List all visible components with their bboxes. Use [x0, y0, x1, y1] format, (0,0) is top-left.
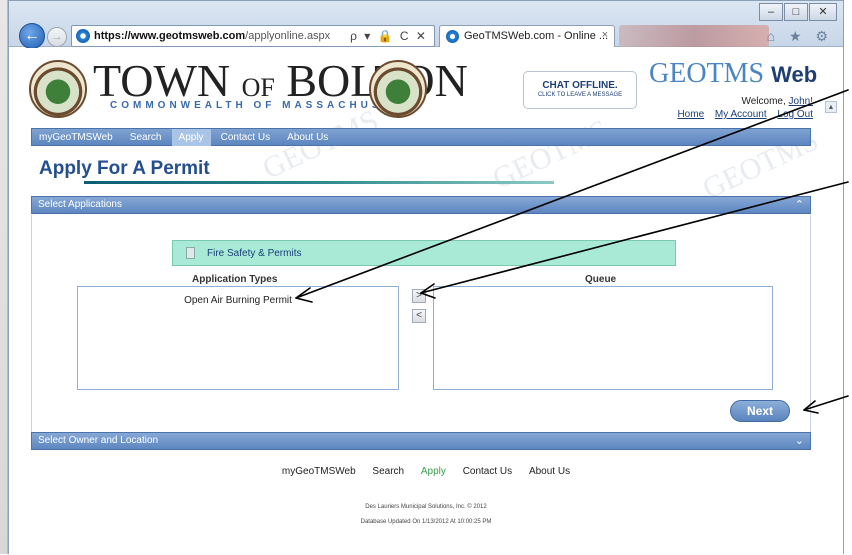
chat-status: CHAT OFFLINE.	[542, 80, 618, 91]
geotms-web-logo: GEOTMS Web	[649, 58, 818, 89]
address-tools-icons[interactable]: ρ ▾ 🔒 C ✕	[350, 29, 428, 43]
back-button[interactable]: ←	[19, 23, 45, 49]
nav-item-apply[interactable]: Apply	[171, 129, 211, 146]
footer-link-search[interactable]: Search	[372, 466, 404, 477]
town-seal-left	[29, 60, 87, 118]
address-bar[interactable]: https://www.geotmsweb.com/applyonline.as…	[71, 25, 435, 47]
select-applications-panel: Fire Safety & Permits Application Types …	[31, 215, 811, 432]
list-item-open-air-burning-permit[interactable]: Open Air Burning Permit	[78, 295, 398, 306]
tab-favicon-icon	[446, 30, 459, 43]
home-link[interactable]: Home	[677, 109, 704, 120]
footer-nav: myGeoTMSWeb Search Apply Contact Us Abou…	[9, 466, 843, 477]
footer-link-apply[interactable]: Apply	[421, 466, 446, 477]
town-seal-right	[369, 60, 427, 118]
select-owner-location-header[interactable]: Select Owner and Location ⌄	[31, 432, 811, 450]
tab-title: GeoTMSWeb.com - Online ...	[464, 30, 609, 42]
section-label: Select Applications	[38, 199, 122, 210]
forward-button[interactable]: →	[47, 27, 67, 47]
copyright-text: Des Lauriers Municipal Solutions, Inc. ©…	[365, 504, 487, 510]
next-button[interactable]: Next	[730, 400, 790, 422]
nav-item-about-us[interactable]: About Us	[280, 129, 335, 146]
chevron-down-icon[interactable]: ⌄	[795, 434, 804, 447]
section-label: Select Owner and Location	[38, 435, 159, 446]
welcome-user-link[interactable]: John!	[789, 96, 813, 107]
footer-link-about-us[interactable]: About Us	[529, 466, 570, 477]
chevron-up-icon[interactable]: ⌃	[795, 198, 804, 211]
application-types-header: Application Types	[192, 274, 278, 285]
tab-close-icon[interactable]: ×	[602, 29, 608, 41]
new-tab-area[interactable]	[619, 25, 769, 47]
application-types-list[interactable]: Open Air Burning Permit	[77, 286, 399, 390]
footer-link-mygeotmsweb[interactable]: myGeoTMSWeb	[282, 466, 356, 477]
address-url[interactable]: https://www.geotmsweb.com/applyonline.as…	[94, 30, 330, 42]
nav-item-search[interactable]: Search	[123, 129, 169, 146]
footer-link-contact-us[interactable]: Contact Us	[463, 466, 512, 477]
account-links: Home My Account Log Out	[669, 109, 813, 120]
title-underline	[84, 181, 554, 184]
chat-widget[interactable]: CHAT OFFLINE. CLICK TO LEAVE A MESSAGE	[523, 71, 637, 109]
move-to-queue-button[interactable]: >	[412, 289, 426, 303]
my-account-link[interactable]: My Account	[715, 109, 767, 120]
database-updated-text: Database Updated On 1/13/2012 At 10:00:2…	[360, 519, 492, 525]
category-label: Fire Safety & Permits	[207, 248, 302, 259]
nav-item-contact-us[interactable]: Contact Us	[214, 129, 277, 146]
page-content: GEOTMS GEOTMS GEOTMS TOWN OF BOLTON COMM…	[9, 48, 843, 555]
chat-leave-message-link[interactable]: CLICK TO LEAVE A MESSAGE	[524, 92, 636, 98]
browser-tab[interactable]: GeoTMSWeb.com - Online ... ×	[439, 25, 615, 47]
select-applications-header[interactable]: Select Applications ⌃	[31, 196, 811, 214]
page-title: Apply For A Permit	[39, 158, 210, 179]
nav-item-mygeotmsweb[interactable]: myGeoTMSWeb	[32, 129, 120, 146]
minimize-button[interactable]: –	[759, 3, 783, 21]
scroll-up-icon[interactable]: ▲	[825, 101, 837, 113]
log-out-link[interactable]: Log Out	[777, 109, 813, 120]
queue-header: Queue	[585, 274, 617, 285]
browser-toolbar: ← → https://www.geotmsweb.com/applyonlin…	[9, 1, 843, 49]
ie-favicon-icon	[76, 29, 90, 43]
welcome-message: Welcome, John!	[741, 96, 813, 107]
browser-window: ← → https://www.geotmsweb.com/applyonlin…	[8, 0, 844, 555]
maximize-button[interactable]: □	[784, 3, 808, 21]
close-window-button[interactable]: ✕	[809, 3, 837, 21]
queue-list[interactable]	[433, 286, 773, 390]
watermark: GEOTMS	[487, 113, 614, 196]
category-icon	[186, 247, 195, 259]
background-window-edge	[0, 0, 8, 554]
main-nav: myGeoTMSWeb Search Apply Contact Us Abou…	[31, 128, 811, 146]
category-fire-safety[interactable]: Fire Safety & Permits	[172, 240, 676, 266]
home-favorites-settings-icons[interactable]: ⌂ ★ ⚙	[767, 28, 833, 45]
remove-from-queue-button[interactable]: <	[412, 309, 426, 323]
